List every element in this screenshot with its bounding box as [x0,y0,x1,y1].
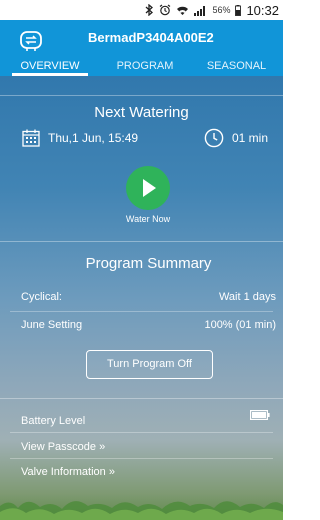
tab-program[interactable]: PROGRAM [100,58,190,76]
device-name: BermadP3404A00E2 [88,30,214,45]
view-passcode-link[interactable]: View Passcode » [21,441,105,453]
tab-bar: OVERVIEW PROGRAM SEASONAL [0,58,283,76]
grass-background-image [0,501,283,520]
month-setting-label: June Setting [21,319,83,331]
next-watering-date: Thu,1 Jun, 15:49 [48,131,139,145]
row-divider [10,458,273,459]
turn-program-off-button[interactable]: Turn Program Off [86,350,213,379]
tab-seasonal[interactable]: SEASONAL [190,58,283,76]
program-summary-title: Program Summary [85,255,212,272]
calendar-icon [22,129,40,147]
section-divider [0,95,283,96]
phone-battery-icon [235,4,242,16]
clock-icon [204,128,224,148]
status-bar: 56% 10:32 [0,0,283,20]
battery-percent: 56% [212,5,231,15]
battery-level-link[interactable]: Battery Level [21,415,85,427]
row-divider [10,432,273,433]
overview-panel: Next Watering Thu,1 Jun, 15:49 01 min Wa… [0,76,283,520]
section-divider [0,398,283,399]
tab-overview[interactable]: OVERVIEW [0,58,100,76]
section-divider [0,241,283,242]
app-frame: 56% 10:32 BermadP3404A00E2 OVERVIEW PROG… [0,0,283,520]
bluetooth-icon [145,4,154,16]
cyclical-value: Wait 1 days [218,291,276,303]
alarm-icon [159,4,171,16]
signal-icon [194,5,207,16]
next-watering-title: Next Watering [94,104,189,121]
wifi-icon [176,5,189,16]
row-divider [10,311,273,312]
month-setting-value: 100% (01 min) [204,319,276,331]
battery-icon [250,410,270,420]
valve-information-link[interactable]: Valve Information » [21,466,115,478]
water-now-label: Water Now [125,214,171,224]
app-header: BermadP3404A00E2 OVERVIEW PROGRAM SEASON… [0,20,283,76]
right-gutter [283,0,289,520]
controller-device-icon[interactable] [18,28,44,52]
next-watering-duration: 01 min [232,131,269,145]
play-icon [143,179,156,197]
water-now-button[interactable] [126,166,170,210]
cyclical-label: Cyclical: [21,291,62,303]
clock-time: 10:32 [246,2,279,18]
